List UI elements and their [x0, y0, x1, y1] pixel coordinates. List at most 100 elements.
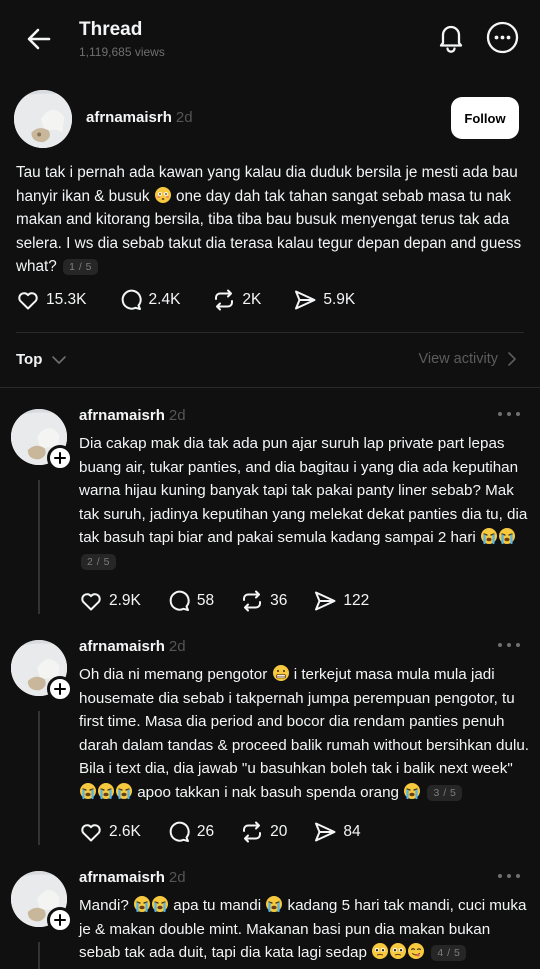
like-button[interactable]: 2.9K [79, 589, 141, 613]
repost-count: 36 [270, 592, 288, 609]
reply-text-part: Oh dia ni memang pengotor [79, 666, 272, 683]
plus-icon [54, 914, 66, 926]
sort-row: Top View activity [0, 332, 540, 387]
repost-button[interactable]: 20 [240, 820, 287, 844]
crying-emoji-icon [79, 782, 97, 800]
sort-dropdown[interactable]: Top [16, 351, 67, 368]
page-badge: 4 / 5 [431, 945, 467, 962]
send-icon [295, 290, 316, 310]
chevron-right-icon [508, 352, 516, 366]
username[interactable]: afrnamaisrh [86, 109, 172, 126]
comment-bubble-icon [169, 590, 190, 611]
share-count: 84 [343, 823, 361, 840]
reply-text-part: Mandi? [79, 897, 134, 914]
pleading-emoji-icon [371, 942, 389, 960]
page-badge: 1 / 5 [63, 259, 99, 275]
post-author[interactable]: afrnamaisrh 2d [86, 109, 193, 126]
crying-emoji-icon [403, 782, 421, 800]
reply-text: Mandi? apa tu mandi kadang 5 hari tak ma… [79, 894, 529, 965]
username[interactable]: afrnamaisrh [79, 869, 165, 886]
reply-author[interactable]: afrnamaisrh 2d [79, 869, 186, 886]
yum-emoji-icon [407, 942, 425, 960]
flushed-emoji-icon [154, 186, 172, 204]
pleading-emoji-icon [389, 942, 407, 960]
heart-icon [81, 824, 101, 842]
post-text: Tau tak i pernah ada kawan yang kalau di… [16, 161, 526, 279]
like-count: 2.6K [109, 823, 141, 840]
username[interactable]: afrnamaisrh [79, 638, 165, 655]
comment-count: 26 [196, 823, 215, 840]
comment-button[interactable]: 2.4K [119, 288, 180, 312]
plus-icon [54, 452, 66, 464]
comment-count: 58 [196, 592, 215, 609]
chevron-down-icon [52, 355, 67, 364]
crying-emoji-icon [498, 527, 516, 545]
send-icon [315, 591, 336, 611]
grimace-emoji-icon [272, 664, 290, 682]
post-time: 2d [175, 109, 193, 126]
more-options-icon[interactable] [486, 21, 519, 54]
page-badge: 3 / 5 [427, 784, 463, 801]
reply-time: 2d [168, 407, 186, 424]
like-button[interactable]: 15.3K [16, 288, 87, 312]
reply-text-part: apa tu mandi [169, 897, 266, 914]
view-count: 1,119,685 views [79, 45, 165, 59]
sort-label: Top [16, 351, 43, 368]
header-title-block: Thread 1,119,685 views [79, 19, 165, 59]
reply-actions: 2.6K 26 20 84 [79, 820, 387, 844]
reply-time: 2d [168, 869, 186, 886]
reply-text: Dia cakap mak dia tak ada pun ajar suruh… [79, 432, 529, 574]
share-count: 122 [343, 592, 370, 609]
repost-icon [243, 590, 262, 612]
reply-author[interactable]: afrnamaisrh 2d [79, 638, 186, 655]
share-button[interactable]: 5.9K [293, 288, 355, 312]
more-dots-icon[interactable] [497, 871, 521, 881]
like-button[interactable]: 2.6K [79, 820, 141, 844]
like-count: 15.3K [46, 291, 87, 308]
view-activity-label: View activity [418, 351, 498, 367]
follow-plus-button[interactable] [47, 907, 73, 933]
repost-button[interactable]: 2K [212, 288, 261, 312]
send-icon [315, 822, 336, 842]
more-dots-icon[interactable] [497, 409, 521, 419]
post-actions: 15.3K 2.4K 2K 5.9K [16, 288, 387, 312]
crying-emoji-icon [115, 782, 133, 800]
reply-text: Oh dia ni memang pengotor i terkejut mas… [79, 663, 529, 805]
follow-plus-button[interactable] [47, 676, 73, 702]
reply-text-part: apoo takkan i nak basuh spenda orang [133, 783, 404, 801]
repost-icon [243, 821, 262, 843]
page-badge: 2 / 5 [81, 553, 116, 570]
like-count: 2.9K [109, 592, 141, 609]
repost-count: 20 [270, 823, 288, 840]
thread-line [38, 711, 40, 845]
thread-line [38, 480, 40, 614]
comment-bubble-icon [169, 821, 190, 842]
page-title: Thread [79, 19, 143, 40]
follow-plus-button[interactable] [47, 445, 73, 471]
reply-actions: 2.9K 58 36 122 [79, 589, 395, 613]
repost-button[interactable]: 36 [240, 589, 287, 613]
comment-button[interactable]: 58 [167, 589, 214, 613]
repost-count: 2K [242, 291, 262, 308]
avatar[interactable] [14, 90, 72, 148]
plus-icon [54, 683, 66, 695]
repost-icon [215, 289, 234, 311]
comment-bubble-icon [121, 289, 142, 310]
crying-emoji-icon [97, 782, 115, 800]
bell-icon[interactable] [434, 20, 468, 54]
more-dots-icon[interactable] [497, 640, 521, 650]
view-activity-link[interactable]: View activity [418, 351, 518, 367]
heart-icon [18, 292, 38, 310]
back-arrow-icon[interactable] [24, 24, 54, 54]
reply-author[interactable]: afrnamaisrh 2d [79, 407, 186, 424]
thread-header: Thread 1,119,685 views [0, 0, 540, 76]
share-button[interactable]: 84 [313, 820, 361, 844]
comment-button[interactable]: 26 [167, 820, 214, 844]
crying-emoji-icon [480, 527, 498, 545]
heart-icon [81, 593, 101, 611]
divider [0, 387, 540, 388]
username[interactable]: afrnamaisrh [79, 407, 165, 424]
reply-time: 2d [168, 638, 186, 655]
share-button[interactable]: 122 [313, 589, 369, 613]
follow-button[interactable]: Follow [451, 97, 519, 139]
